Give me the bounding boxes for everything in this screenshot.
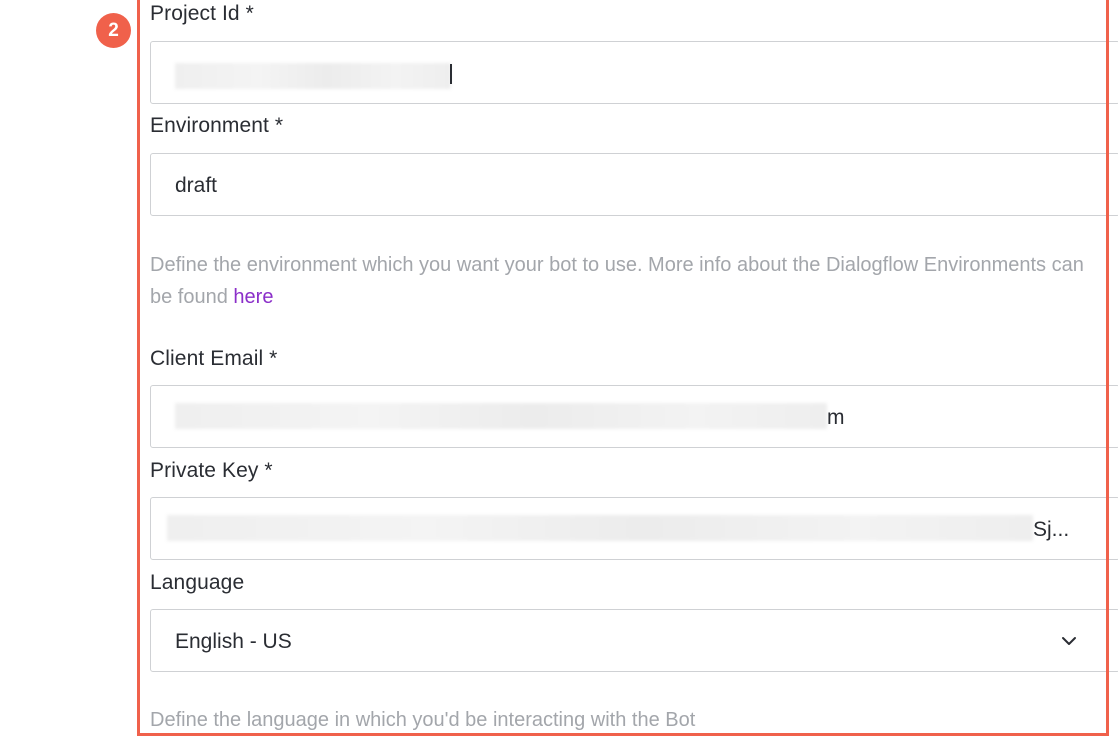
private-key-visible-tail: Sj...: [1033, 518, 1070, 541]
environment-value: draft: [175, 174, 218, 197]
language-label: Language: [150, 571, 245, 594]
environment-input[interactable]: draft: [150, 153, 1118, 216]
chevron-down-icon[interactable]: [1059, 631, 1079, 651]
redacted-value: [175, 63, 451, 89]
environment-help-link[interactable]: here: [233, 286, 273, 308]
project-id-label: Project Id *: [150, 2, 254, 25]
text-caret: [450, 64, 452, 84]
environment-help-text: Define the environment which you want yo…: [150, 249, 1110, 313]
redacted-value: [167, 515, 1033, 541]
dialogflow-settings-form: 2 Project Id * Environment * draft Defin…: [0, 0, 1118, 746]
language-selected-value: English - US: [175, 630, 292, 653]
client-email-label: Client Email *: [150, 347, 278, 370]
private-key-input[interactable]: Sj...: [150, 497, 1118, 560]
client-email-input[interactable]: m: [150, 385, 1118, 448]
language-select[interactable]: English - US: [150, 609, 1118, 672]
environment-label: Environment *: [150, 114, 284, 137]
private-key-label: Private Key *: [150, 459, 273, 482]
redacted-value: [175, 403, 827, 429]
client-email-visible-tail: m: [827, 406, 845, 429]
step-number-badge: 2: [96, 13, 131, 48]
environment-help-body: Define the environment which you want yo…: [150, 254, 1084, 308]
project-id-input[interactable]: [150, 41, 1118, 104]
language-help-text: Define the language in which you'd be in…: [150, 709, 696, 731]
